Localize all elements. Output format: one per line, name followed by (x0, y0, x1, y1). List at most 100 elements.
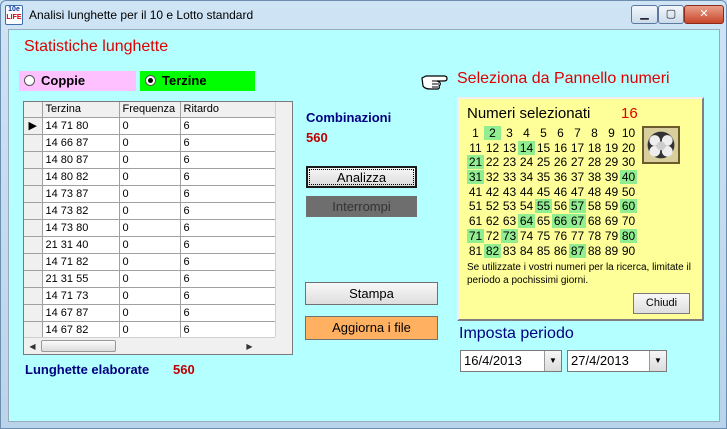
number-cell[interactable]: 53 (501, 199, 518, 213)
number-cell[interactable]: 51 (467, 199, 484, 213)
grid-cell[interactable]: 0 (119, 287, 181, 305)
radio-coppie-dot[interactable] (24, 75, 35, 86)
current-row-arrow-icon[interactable]: ▶ (24, 117, 43, 135)
maximize-button[interactable]: ▢ (658, 5, 684, 24)
number-cell[interactable]: 34 (518, 170, 535, 184)
vertical-scrollbar[interactable] (275, 102, 292, 338)
number-cell[interactable]: 8 (586, 126, 603, 140)
row-selector[interactable] (24, 236, 43, 254)
number-cell[interactable]: 73 (501, 228, 518, 243)
data-fine-select[interactable]: 27/4/2013 ▼ (567, 350, 667, 372)
chevron-down-icon[interactable]: ▼ (544, 351, 561, 371)
scroll-left-icon[interactable]: ◀ (25, 339, 40, 354)
number-cell[interactable]: 7 (569, 126, 586, 140)
number-cell[interactable]: 85 (535, 244, 552, 258)
row-selector[interactable] (24, 270, 43, 288)
grid-cell[interactable]: 0 (119, 253, 181, 271)
number-cell[interactable]: 70 (620, 214, 637, 228)
grid-cell[interactable]: 6 (180, 185, 277, 203)
number-cell[interactable]: 26 (552, 155, 569, 169)
number-cell[interactable]: 46 (552, 185, 569, 199)
number-cell[interactable]: 47 (569, 185, 586, 199)
number-cell[interactable]: 31 (467, 170, 484, 185)
grid-cell[interactable]: 14 71 82 (42, 253, 120, 271)
grid-cell[interactable]: 6 (180, 219, 277, 237)
number-cell[interactable]: 64 (518, 214, 535, 229)
number-cell[interactable]: 24 (518, 155, 535, 169)
number-cell[interactable]: 14 (518, 140, 535, 155)
minimize-button[interactable]: ▁ (631, 5, 658, 24)
row-selector[interactable] (24, 321, 43, 339)
number-cell[interactable]: 61 (467, 214, 484, 228)
number-cell[interactable]: 27 (569, 155, 586, 169)
number-cell[interactable]: 45 (535, 185, 552, 199)
grid-cell[interactable]: 6 (180, 287, 277, 305)
number-cell[interactable]: 79 (603, 229, 620, 243)
number-cell[interactable]: 71 (467, 228, 484, 243)
table-row[interactable]: 21 31 55 0 6 (24, 270, 277, 288)
number-cell[interactable]: 58 (586, 199, 603, 213)
number-cell[interactable]: 20 (620, 141, 637, 155)
grid-cell[interactable]: 14 67 82 (42, 321, 120, 339)
number-cell[interactable]: 88 (586, 244, 603, 258)
number-cell[interactable]: 69 (603, 214, 620, 228)
data-inizio-select[interactable]: 16/4/2013 ▼ (460, 350, 562, 372)
number-cell[interactable]: 15 (535, 141, 552, 155)
number-cell[interactable]: 6 (552, 126, 569, 140)
horizontal-scrollbar[interactable]: ◀ ▶ (24, 337, 276, 354)
number-cell[interactable]: 86 (552, 244, 569, 258)
grid-cell[interactable]: 21 31 40 (42, 236, 120, 254)
number-cell[interactable]: 68 (586, 214, 603, 228)
row-selector[interactable] (24, 253, 43, 271)
grid-cell[interactable]: 14 71 80 (42, 117, 120, 135)
number-cell[interactable]: 55 (535, 199, 552, 214)
number-cell[interactable]: 52 (484, 199, 501, 213)
number-cell[interactable]: 48 (586, 185, 603, 199)
number-cell[interactable]: 1 (467, 126, 484, 140)
grid-cell[interactable]: 0 (119, 168, 181, 186)
grid-cell[interactable]: 0 (119, 185, 181, 203)
row-selector[interactable] (24, 185, 43, 203)
row-selector[interactable] (24, 134, 43, 152)
number-cell[interactable]: 32 (484, 170, 501, 184)
horizontal-scroll-thumb[interactable] (41, 340, 116, 352)
number-cell[interactable]: 4 (518, 126, 535, 140)
grid-cell[interactable]: 0 (119, 151, 181, 169)
number-cell[interactable]: 67 (569, 214, 586, 229)
table-row[interactable]: 14 73 80 0 6 (24, 219, 277, 237)
number-cell[interactable]: 3 (501, 126, 518, 140)
grid-cell[interactable]: 14 67 87 (42, 304, 120, 322)
number-cell[interactable]: 10 (620, 126, 637, 140)
grid-cell[interactable]: 6 (180, 168, 277, 186)
grid-cell[interactable]: 0 (119, 270, 181, 288)
number-cell[interactable]: 40 (620, 170, 637, 185)
grid-cell[interactable]: 0 (119, 236, 181, 254)
number-cell[interactable]: 36 (552, 170, 569, 184)
number-cell[interactable]: 21 (467, 155, 484, 170)
number-cell[interactable]: 22 (484, 155, 501, 169)
grid-cell[interactable]: 14 73 82 (42, 202, 120, 220)
grid-cell[interactable]: 0 (119, 304, 181, 322)
number-cell[interactable]: 43 (501, 185, 518, 199)
number-cell[interactable]: 39 (603, 170, 620, 184)
grid-cell[interactable]: 14 71 73 (42, 287, 120, 305)
number-cell[interactable]: 57 (569, 199, 586, 214)
number-cell[interactable]: 37 (569, 170, 586, 184)
column-header-frequenza[interactable]: Frequenza (119, 102, 181, 118)
number-cell[interactable]: 33 (501, 170, 518, 184)
table-row[interactable]: ▶ 14 71 80 0 6 (24, 117, 277, 135)
radio-terzine[interactable]: Terzine (140, 71, 255, 91)
grid-cell[interactable]: 0 (119, 202, 181, 220)
chiudi-button[interactable]: Chiudi (633, 293, 690, 314)
scroll-right-icon[interactable]: ▶ (242, 339, 257, 354)
number-cell[interactable]: 38 (586, 170, 603, 184)
table-row[interactable]: 21 31 40 0 6 (24, 236, 277, 254)
number-cell[interactable]: 49 (603, 185, 620, 199)
number-cell[interactable]: 76 (552, 229, 569, 243)
number-cell[interactable]: 81 (467, 244, 484, 258)
row-selector[interactable] (24, 151, 43, 169)
radio-coppie[interactable]: Coppie (19, 71, 136, 91)
number-cell[interactable]: 80 (620, 228, 637, 243)
grid-cell[interactable]: 0 (119, 219, 181, 237)
stampa-button[interactable]: Stampa (305, 282, 438, 305)
